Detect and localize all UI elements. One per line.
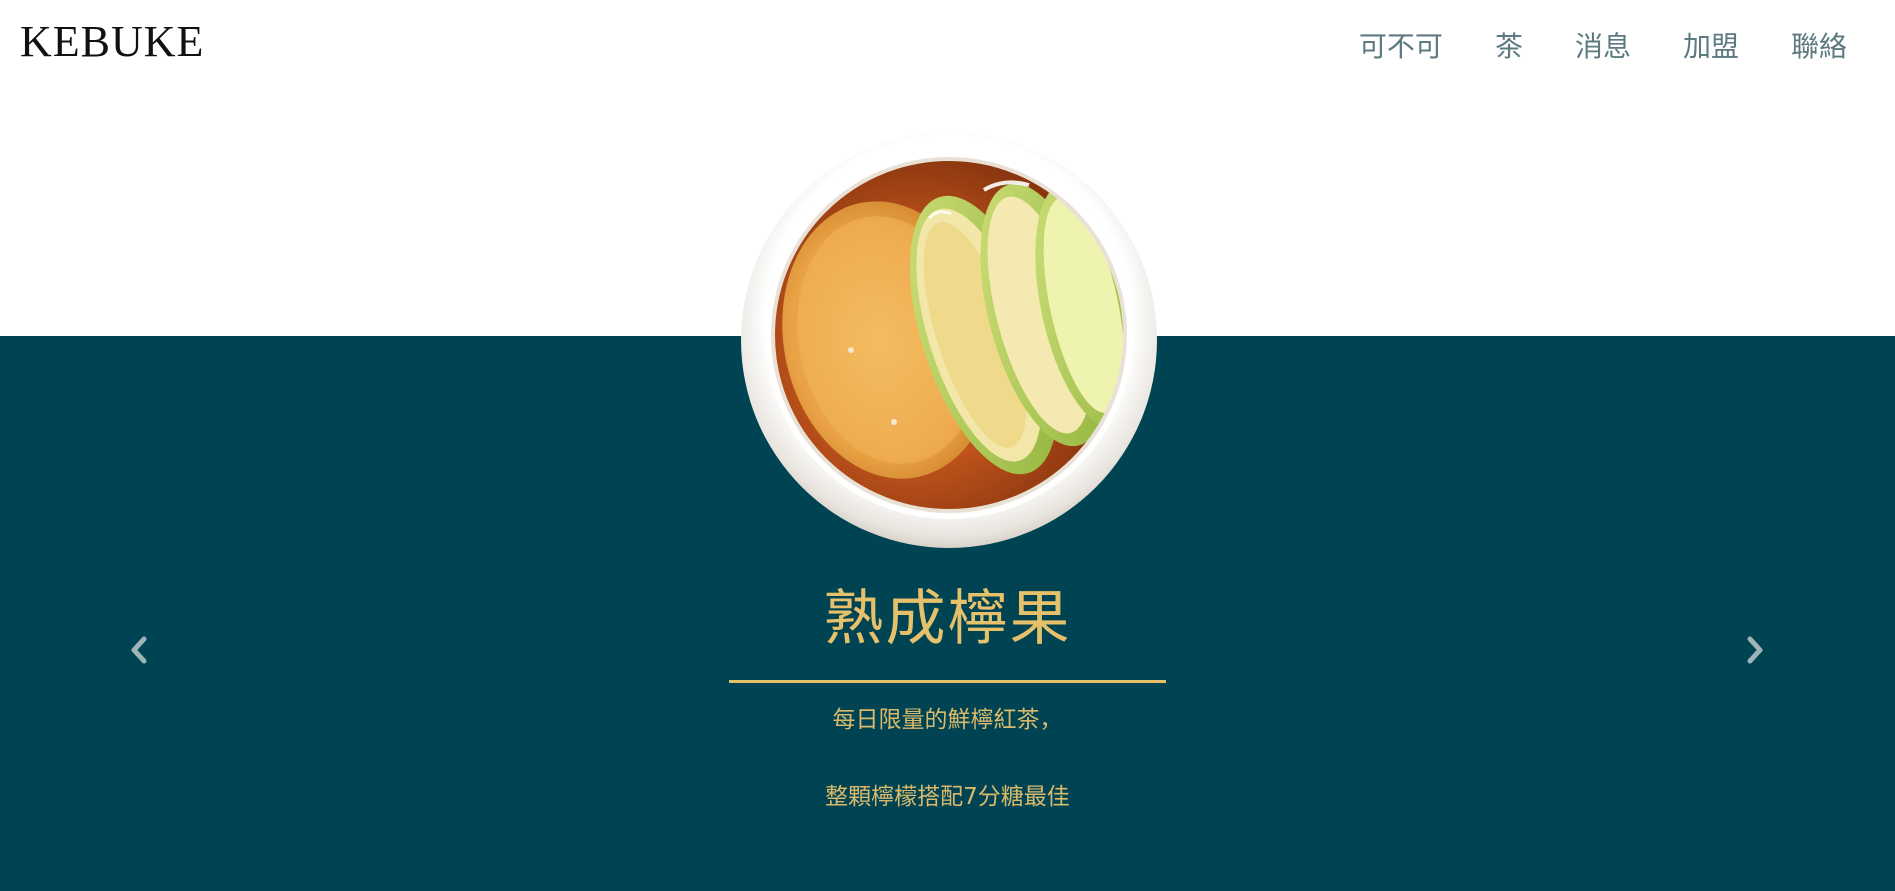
chevron-left-icon <box>131 636 147 664</box>
lemon-tea-cup-image <box>739 130 1159 550</box>
nav-item-franchise[interactable]: 加盟 <box>1683 30 1739 64</box>
logo[interactable]: KEBUKE <box>20 20 204 64</box>
chevron-right-icon <box>1747 636 1763 664</box>
nav-item-tea[interactable]: 茶 <box>1495 30 1523 64</box>
title-divider <box>729 680 1166 683</box>
site-header: KEBUKE 可不可 茶 消息 加盟 聯絡 <box>0 0 1895 100</box>
carousel-prev-button[interactable] <box>120 630 160 670</box>
nav-item-news[interactable]: 消息 <box>1575 30 1631 64</box>
main-nav: 可不可 茶 消息 加盟 聯絡 <box>1307 30 1847 64</box>
carousel-next-button[interactable] <box>1734 630 1774 670</box>
nav-item-contact[interactable]: 聯絡 <box>1791 30 1847 64</box>
nav-item-about[interactable]: 可不可 <box>1359 30 1443 64</box>
product-description-line-2: 整顆檸檬搭配7分糖最佳 <box>825 784 1070 810</box>
page: KEBUKE 可不可 茶 消息 加盟 聯絡 熟成檸果 每日限量的鮮檸紅茶， 整顆… <box>0 0 1895 891</box>
product-description-line-1: 每日限量的鮮檸紅茶， <box>832 707 1063 733</box>
product-title: 熟成檸果 <box>823 584 1072 654</box>
